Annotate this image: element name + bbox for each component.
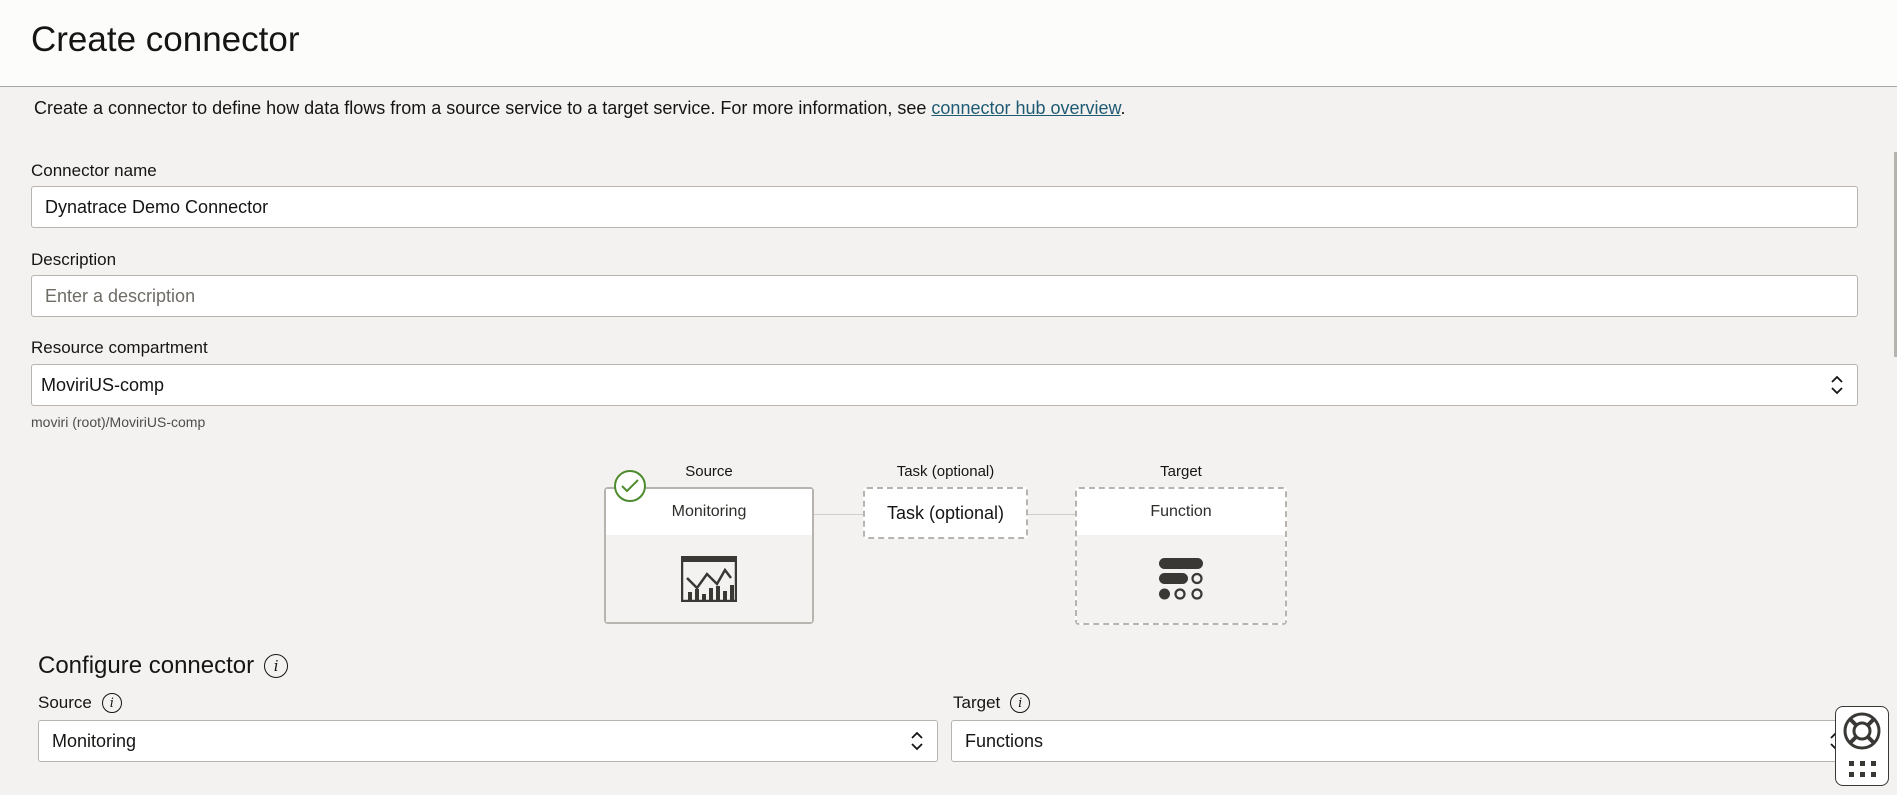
help-widget[interactable]: [1835, 706, 1889, 786]
target-select[interactable]: Functions: [951, 720, 1857, 762]
source-complete-check-icon: [614, 470, 646, 502]
task-node-label: Task (optional): [886, 502, 1005, 523]
intro-suffix: .: [1120, 98, 1126, 118]
flow-connector-line: [1026, 514, 1078, 515]
source-label: Source i: [38, 693, 122, 713]
target-label: Target i: [953, 693, 1031, 713]
info-icon[interactable]: i: [1010, 693, 1031, 713]
connector-name-input[interactable]: Dynatrace Demo Connector: [31, 186, 1858, 228]
source-select[interactable]: Monitoring: [38, 720, 938, 762]
intro-description: Create a connector to define how data fl…: [34, 98, 932, 118]
select-chevron-icon: [911, 731, 923, 751]
target-node[interactable]: Function: [1075, 487, 1287, 625]
intro-text: Create a connector to define how data fl…: [34, 98, 1126, 119]
connector-hub-overview-link[interactable]: connector hub overview: [931, 98, 1120, 118]
connector-name-label: Connector name: [31, 161, 157, 180]
compartment-value: MoviriUS-comp: [41, 374, 165, 395]
lifebuoy-icon: [1843, 712, 1881, 750]
target-select-value: Functions: [965, 730, 1044, 751]
select-chevron-icon: [1831, 375, 1843, 395]
page-title: Create connector: [31, 20, 300, 59]
compartment-path: moviri (root)/MoviriUS-comp: [31, 414, 206, 430]
monitoring-chart-icon: [681, 555, 737, 602]
page-header: Create connector: [0, 0, 1897, 87]
description-placeholder: Enter a description: [45, 285, 196, 306]
task-node[interactable]: Task (optional): [863, 487, 1028, 539]
target-label-text: Target: [953, 693, 1001, 712]
info-icon[interactable]: i: [264, 654, 289, 678]
source-select-value: Monitoring: [52, 730, 137, 751]
function-icon: [1159, 558, 1203, 600]
connector-name-value: Dynatrace Demo Connector: [45, 196, 269, 217]
compartment-select[interactable]: MoviriUS-comp: [31, 364, 1858, 406]
target-node-label: Function: [1077, 489, 1285, 535]
source-label-text: Source: [38, 693, 92, 712]
configure-connector-heading: Configure connector: [38, 652, 255, 679]
description-label: Description: [31, 250, 117, 269]
info-icon[interactable]: i: [101, 693, 122, 713]
apps-grid-icon: [1849, 761, 1876, 777]
source-node[interactable]: Monitoring: [604, 487, 814, 624]
description-input[interactable]: Enter a description: [31, 275, 1858, 317]
configure-connector-title: Configure connector i: [38, 652, 289, 680]
target-node-title: Target: [1160, 463, 1202, 480]
task-node-title: Task (optional): [896, 463, 995, 480]
compartment-label: Resource compartment: [31, 338, 208, 357]
